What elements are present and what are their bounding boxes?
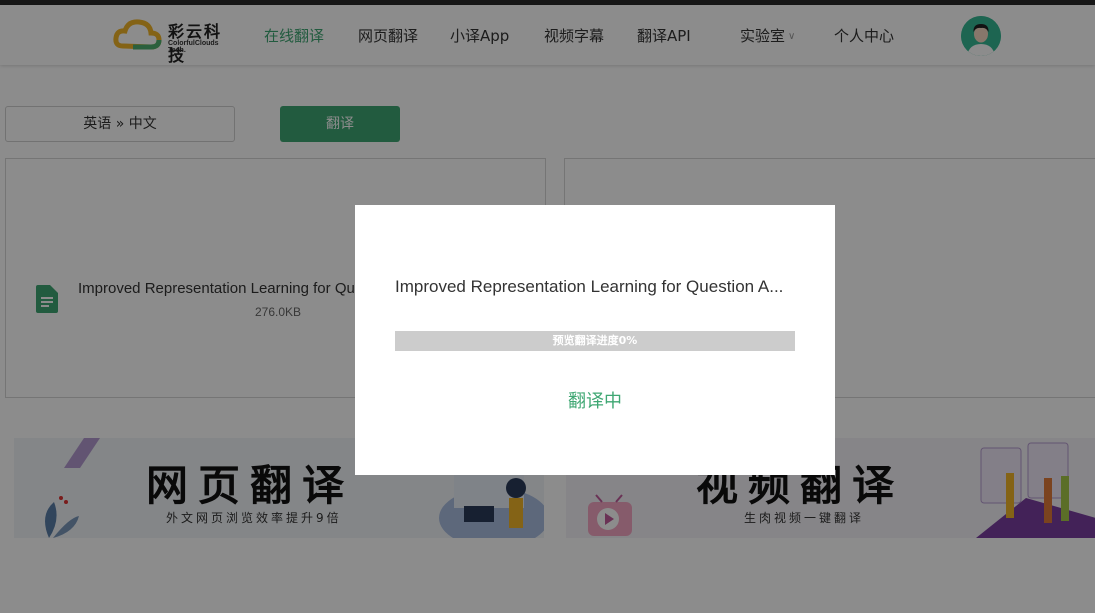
progress-bar: 预览翻译进度0%	[395, 331, 795, 351]
dialog-file-name: Improved Representation Learning for Que…	[395, 277, 784, 296]
translation-status: 翻译中	[568, 391, 622, 412]
translation-progress-dialog: Improved Representation Learning for Que…	[355, 205, 835, 475]
progress-label: 预览翻译进度0%	[552, 334, 638, 347]
